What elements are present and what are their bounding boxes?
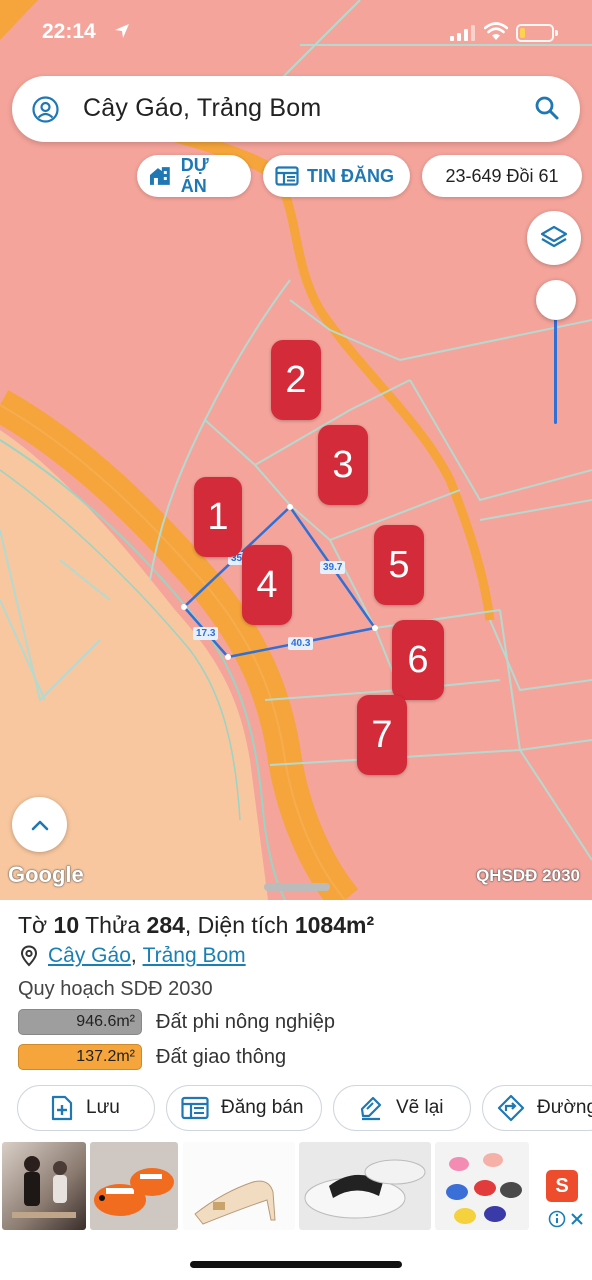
layers-button[interactable] [527,211,581,265]
post-for-sale-button[interactable]: Đăng bán [166,1085,322,1131]
listing-board-icon [181,1096,209,1120]
post-for-sale-label: Đăng bán [221,1097,304,1118]
plot-marker-5[interactable]: 5 [374,525,424,605]
location-arrow-icon [115,24,129,38]
ad-product-image[interactable] [435,1142,529,1230]
ad-banner[interactable] [0,1142,592,1234]
land-use-row: 137.2m² Đất giao thông [18,1044,286,1070]
land-use-label: Đất phi nông nghiệp [156,1010,336,1033]
home-indicator[interactable] [190,1261,402,1268]
opacity-slider-handle[interactable] [536,280,576,320]
google-watermark: Google [8,862,84,887]
plot-marker-6[interactable]: 6 [392,620,444,700]
high-heel-shoe-icon [194,1180,276,1225]
draw-pen-icon [360,1096,382,1121]
redraw-label: Vẽ lại [396,1097,444,1118]
add-document-icon [51,1095,73,1121]
ad-product-image[interactable] [90,1142,178,1230]
land-use-area: 946.6m² [18,1009,142,1035]
directions-button[interactable]: Đường [482,1085,592,1131]
location-pin-icon [20,945,38,967]
plot-prefix: Thửa [85,912,141,938]
land-use-row: 946.6m² Đất phi nông nghiệp [18,1009,335,1035]
ad-info-close-icon[interactable] [548,1210,588,1228]
fish-slipper-icon [94,1168,174,1216]
edge-length-label: 40.3 [288,637,314,650]
projects-chip[interactable]: DỰ ÁN [137,155,251,197]
status-time: 22:14 [42,20,96,43]
layers-icon [540,225,568,248]
sheet-prefix: Tờ [18,912,48,938]
women-photo-icon [12,1156,76,1218]
status-bar: 22:14 [0,0,592,64]
search-bar[interactable]: Cây Gáo, Trảng Bom [12,76,580,142]
wifi-icon [484,22,508,40]
directions-icon [497,1094,525,1122]
projects-chip-label: DỰ ÁN [180,155,209,196]
area-prefix: , Diện tích [184,912,289,938]
search-icon[interactable] [534,95,560,121]
ad-product-image[interactable] [2,1142,86,1230]
expand-panel-button[interactable] [12,797,67,852]
land-use-area: 137.2m² [18,1044,142,1070]
commune-link[interactable]: Cây Gáo [48,944,131,968]
battery-icon [516,24,558,42]
kids-clogs-icon [446,1153,522,1224]
plot-marker-1[interactable]: 1 [194,477,242,557]
location-separator: , [130,944,137,967]
directions-label: Đường [537,1097,592,1118]
redraw-button[interactable]: Vẽ lại [333,1085,471,1131]
edge-length-label: 17.3 [193,627,219,640]
listings-chip-label: TIN ĐĂNG [307,165,394,186]
edge-length-label: 39.7 [320,561,346,574]
district-link[interactable]: Trảng Bom [143,944,246,968]
sheet-number: 10 [53,912,80,938]
plan-label: Quy hoạch SDĐ 2030 [18,978,213,1000]
search-input[interactable]: Cây Gáo, Trảng Bom [83,94,321,123]
plot-number: 284 [146,912,185,938]
panel-drag-handle[interactable] [264,883,330,891]
ad-product-image[interactable] [183,1142,295,1230]
parcel-title: Tờ 10 Thửa 284, Diện tích 1084m² [18,912,374,939]
chevron-up-icon [31,820,48,830]
parcel-location: Cây Gáo, Trảng Bom [20,944,246,968]
ad-product-image[interactable] [299,1142,431,1230]
plot-marker-4[interactable]: 4 [242,545,292,625]
map-view[interactable]: 35 39.7 17.3 40.3 2 3 1 4 5 6 7 22:14 Câ… [0,0,592,900]
listing-board-icon [275,166,299,186]
layer-name-label: QHSDĐ 2030 [476,866,580,885]
save-button[interactable]: Lưu [17,1085,155,1131]
listings-chip[interactable]: TIN ĐĂNG [263,155,410,197]
map-reference-chip[interactable]: 23-649 Đồi 61 [422,155,582,197]
building-icon [149,167,170,185]
shopee-logo[interactable]: S [546,1170,578,1202]
ad-choices-controls[interactable] [548,1210,588,1233]
plot-marker-7[interactable]: 7 [357,695,407,775]
user-account-icon[interactable] [32,96,59,123]
slide-sandal-icon [304,1159,426,1219]
save-button-label: Lưu [86,1097,120,1118]
plot-marker-2[interactable]: 2 [271,340,321,420]
land-use-label: Đất giao thông [156,1045,287,1068]
map-reference-label: 23-649 Đồi 61 [445,165,559,186]
area-value: 1084m² [294,912,375,938]
cellular-signal-icon [450,25,475,41]
plot-marker-3[interactable]: 3 [318,425,368,505]
